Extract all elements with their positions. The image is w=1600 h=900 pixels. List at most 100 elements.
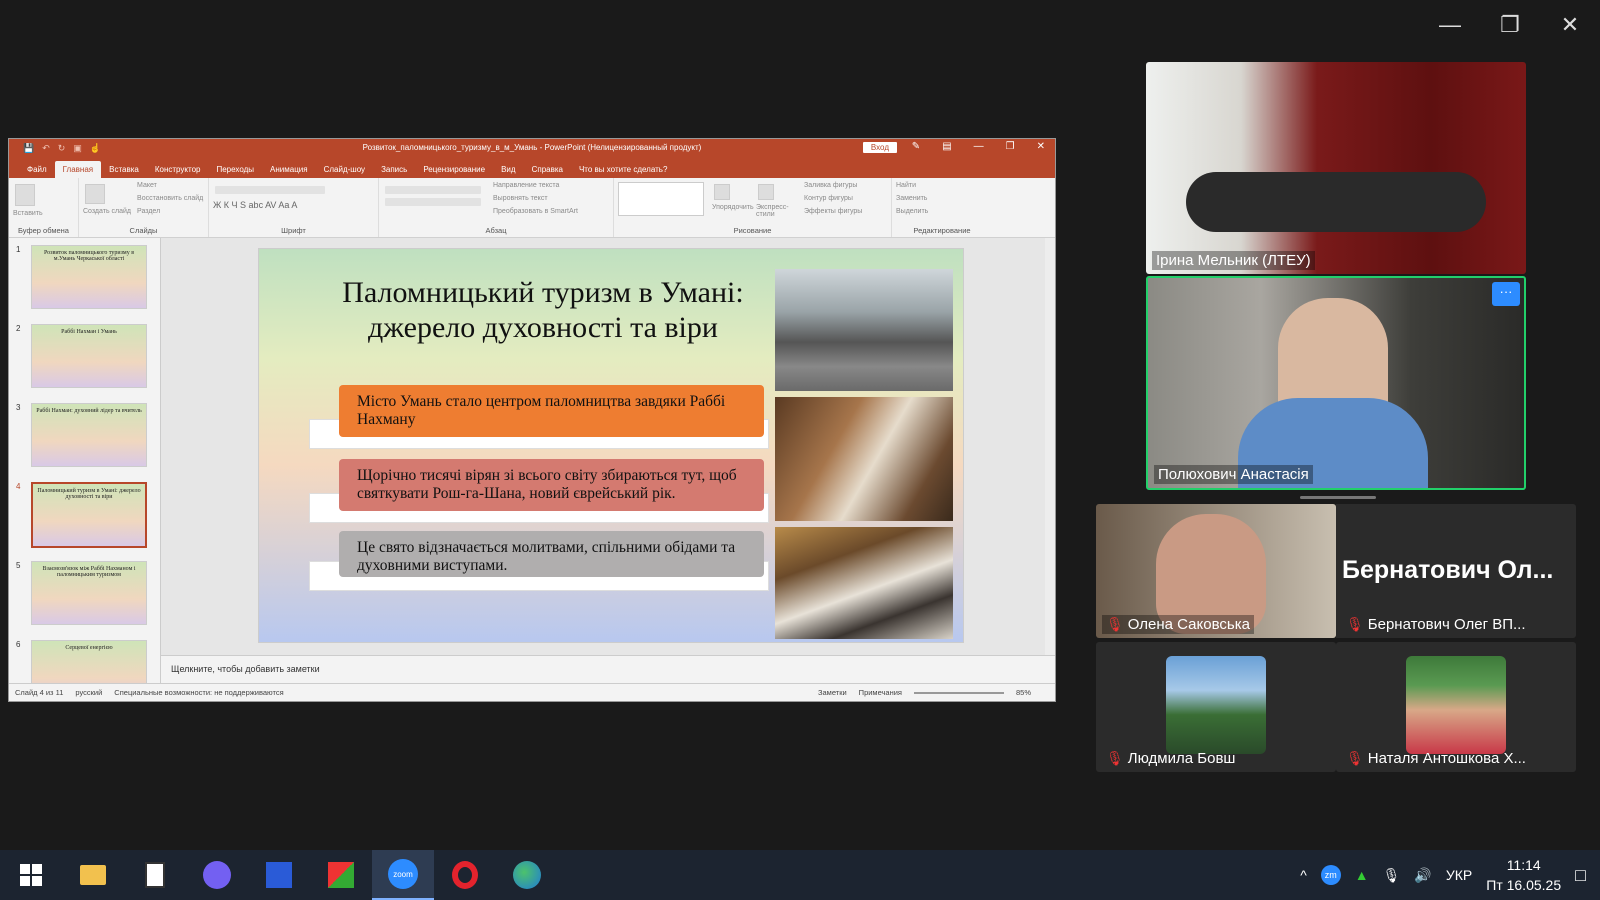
participant-video-tile[interactable]: Ірина Мельник (ЛТЕУ) (1146, 62, 1526, 274)
tab-transitions[interactable]: Переходы (208, 161, 262, 178)
tab-view[interactable]: Вид (493, 161, 523, 178)
shape-effects-button[interactable]: Эффекты фигуры (804, 208, 862, 215)
slide[interactable]: Паломницький туризм в Умані: джерело дух… (258, 248, 964, 643)
slide-thumbnail[interactable]: Взаємозв'язок між Раббі Нахманом і палом… (31, 561, 147, 625)
comments-toggle[interactable]: Примечания (859, 688, 902, 697)
slide-scrollbar[interactable] (1045, 238, 1055, 683)
shapes-gallery[interactable] (618, 182, 704, 216)
replace-button[interactable]: Заменить (896, 195, 988, 202)
shape-outline-button[interactable]: Контур фигуры (804, 195, 862, 202)
close-icon[interactable]: ✕ (1541, 12, 1599, 38)
tab-animations[interactable]: Анимация (262, 161, 316, 178)
zoom-tray-icon[interactable]: zm (1320, 865, 1341, 885)
tab-slideshow[interactable]: Слайд-шоу (316, 161, 373, 178)
conference-table (1186, 172, 1486, 232)
align-buttons[interactable] (385, 198, 481, 206)
opera-button[interactable] (434, 850, 496, 900)
list-buttons[interactable] (385, 186, 481, 194)
quick-styles-icon[interactable] (758, 184, 774, 200)
notes-toggle[interactable]: Заметки (818, 688, 847, 697)
tab-file[interactable]: Файл (19, 161, 55, 178)
pinned-app-button[interactable] (310, 850, 372, 900)
slide-thumbnail[interactable]: Серцевої енергією (31, 640, 147, 683)
thumb-number: 6 (16, 640, 21, 649)
tab-home[interactable]: Главная (54, 161, 102, 178)
bullet-1[interactable]: Місто Умань стало центром паломництва за… (339, 385, 764, 437)
language-indicator[interactable]: УКР (1446, 867, 1472, 883)
ppt-restore-icon[interactable]: ❐ (1006, 141, 1015, 152)
thumb-number: 2 (16, 324, 21, 333)
slide-photo-gathering[interactable] (775, 527, 953, 639)
participant-name: 🎙 Бернатович Олег ВП... (1342, 615, 1530, 634)
find-button[interactable]: Найти (896, 182, 988, 189)
more-options-icon[interactable]: ··· (1492, 282, 1520, 306)
zoom-level[interactable]: 85% (1016, 688, 1031, 697)
language-indicator[interactable]: русский (75, 688, 102, 697)
bullet-2[interactable]: Щорічно тисячі вірян зі всього світу зби… (339, 459, 764, 511)
align-text-button[interactable]: Выровнять текст (493, 195, 578, 202)
tell-me-search[interactable]: Что вы хотите сделать? (571, 161, 675, 178)
slide-thumbnail[interactable]: Розвиток паломницького туризму в м.Умань… (31, 245, 147, 309)
volume-icon[interactable]: 🔊 (1414, 867, 1431, 884)
new-slide-icon[interactable] (85, 184, 105, 204)
start-button[interactable] (0, 850, 62, 900)
zoom-slider[interactable] (913, 691, 1004, 694)
paste-icon[interactable] (15, 184, 35, 206)
file-explorer-button[interactable] (62, 850, 124, 900)
accessibility-status[interactable]: Специальные возможности: не поддерживают… (114, 688, 283, 697)
clock[interactable]: 11:14 Пт 16.05.25 (1486, 855, 1561, 895)
active-speaker-tile[interactable]: ··· Полюхович Анастасія (1146, 276, 1526, 490)
ppt-minimize-icon[interactable]: — (974, 141, 984, 152)
paste-button[interactable]: Вставить (13, 210, 74, 217)
edge-button[interactable] (496, 850, 558, 900)
ppt-close-icon[interactable]: ✕ (1037, 141, 1045, 152)
tab-review[interactable]: Рецензирование (415, 161, 493, 178)
arrange-button[interactable]: Упорядочить (712, 204, 754, 211)
font-name-dropdown[interactable] (215, 186, 325, 194)
restore-icon[interactable]: ❐ (1481, 12, 1539, 38)
notes-pane[interactable]: Щелкните, чтобы добавить заметки (161, 655, 1055, 683)
gallery-drag-handle[interactable] (1300, 496, 1376, 499)
slide-thumbnail-selected[interactable]: Паломницький туризм в Умані: джерело дух… (31, 482, 147, 548)
notifications-icon[interactable]: □ (1575, 865, 1586, 886)
microphone-icon[interactable]: 🎙 (1383, 867, 1401, 884)
participant-tile-no-video[interactable]: 🎙 Наталя Антошкова Х... (1336, 642, 1576, 772)
participant-tile-no-video[interactable]: Бернатович Ол... 🎙 Бернатович Олег ВП... (1336, 504, 1576, 638)
arrange-icon[interactable] (714, 184, 730, 200)
select-button[interactable]: Выделить (896, 208, 988, 215)
section-button[interactable]: Раздел (137, 208, 203, 215)
tab-help[interactable]: Справка (524, 161, 571, 178)
tab-design[interactable]: Конструктор (147, 161, 209, 178)
reset-button[interactable]: Восстановить слайд (137, 195, 203, 202)
slide-photo-building[interactable] (775, 269, 953, 391)
smartart-button[interactable]: Преобразовать в SmartArt (493, 208, 578, 215)
quick-styles-button[interactable]: Экспресс-стили (756, 204, 796, 218)
layout-button[interactable]: Макет (137, 182, 203, 189)
font-format-icons[interactable]: Ж К Ч S abc AV Aa A (213, 200, 374, 210)
calculator-button[interactable] (124, 850, 186, 900)
participant-tile-no-video[interactable]: 🎙 Людмила Бовш (1096, 642, 1336, 772)
bullet-3[interactable]: Це свято відзначається молитвами, спільн… (339, 531, 764, 577)
tab-insert[interactable]: Вставка (101, 161, 147, 178)
slide-thumbnail[interactable]: Раббі Нахман: духовний лідер та вчитель (31, 403, 147, 467)
ribbon-display-icon[interactable]: ▤ (942, 141, 951, 152)
shape-fill-button[interactable]: Заливка фигуры (804, 182, 862, 189)
participant-video-tile[interactable]: 🎙 Олена Саковська (1096, 504, 1336, 638)
ribbon-group-editing: Найти Заменить Выделить Редактирование (892, 178, 992, 237)
network-app-icon[interactable]: ▲ (1355, 867, 1369, 883)
shared-screen-powerpoint: 💾 ↶ ↻ ▣ ☝ Розвиток_паломницького_туризму… (8, 138, 1056, 702)
tab-record[interactable]: Запись (373, 161, 415, 178)
slide-thumbnail[interactable]: Раббі Нахман і Умань (31, 324, 147, 388)
thumb-title: Раббі Нахман і Умань (61, 329, 117, 335)
viber-button[interactable] (186, 850, 248, 900)
slide-photo-prayer[interactable] (775, 397, 953, 521)
minimize-icon[interactable]: — (1421, 12, 1479, 38)
slide-title[interactable]: Паломницький туризм в Умані: джерело дух… (313, 275, 773, 345)
zoom-taskbar-button[interactable]: zoom (372, 850, 434, 900)
signin-button[interactable]: Вход (862, 142, 897, 153)
save-app-button[interactable] (248, 850, 310, 900)
pen-icon[interactable]: ✎ (912, 141, 920, 152)
tray-overflow-icon[interactable]: ^ (1300, 867, 1307, 883)
create-slide-button[interactable]: Создать слайд (83, 208, 131, 215)
text-direction-button[interactable]: Направление текста (493, 182, 578, 189)
